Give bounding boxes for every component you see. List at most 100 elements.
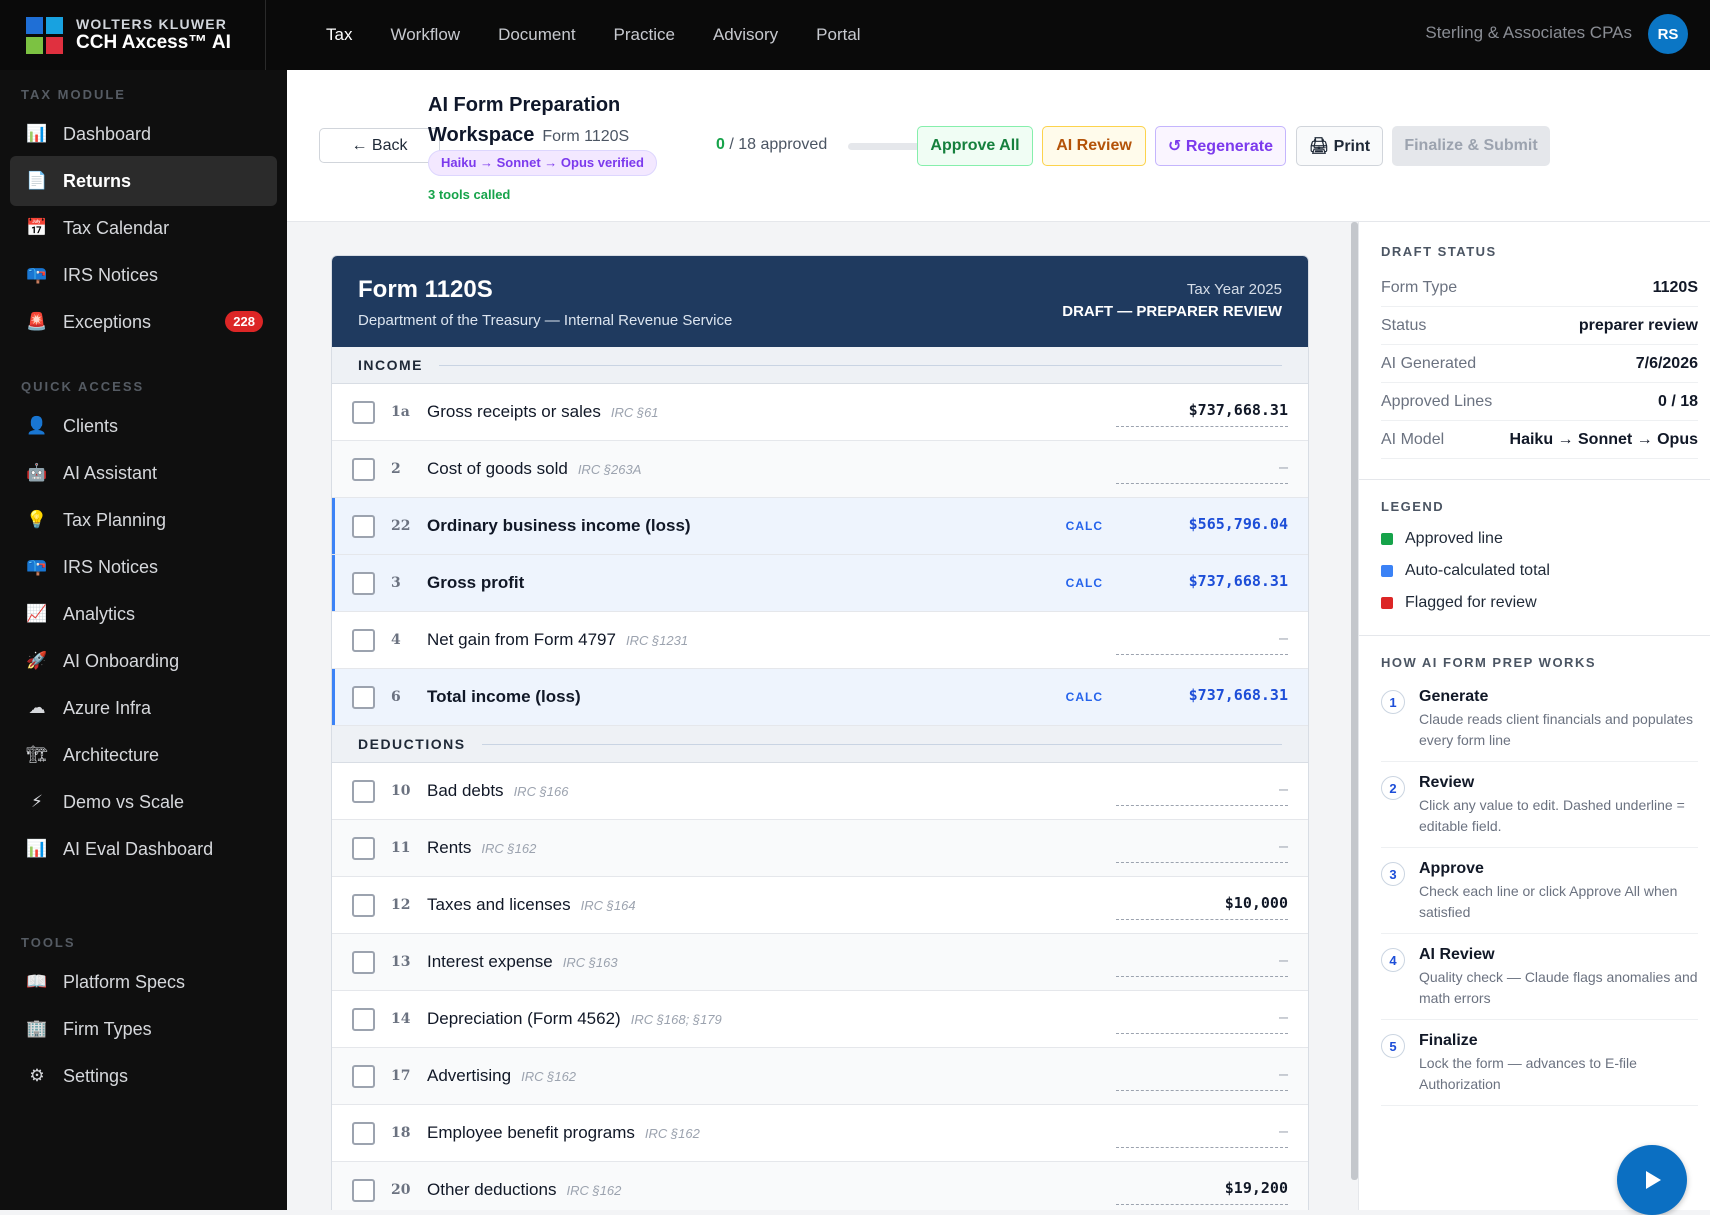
line-amount-field[interactable]: $10,000 <box>1116 894 1288 920</box>
finalize-submit-button[interactable]: Finalize & Submit <box>1392 126 1550 166</box>
sidebar: TAX MODULE 📊 Dashboard 📄 Returns 📅 Tax Calend… <box>0 70 287 1210</box>
approve-line-checkbox[interactable] <box>352 1121 375 1145</box>
play-button[interactable] <box>1617 1145 1687 1215</box>
line-amount-field[interactable]: – <box>1116 951 1288 977</box>
form-line-14: 14 Depreciation (Form 4562) IRC §168; §179… <box>332 991 1308 1048</box>
line-amount-field[interactable]: – <box>1116 837 1288 863</box>
irc-reference: IRC §164 <box>580 897 636 913</box>
sidebar-item-exceptions[interactable]: 🚨 Exceptions 228 <box>10 297 277 347</box>
nav-advisory[interactable]: Advisory <box>713 25 778 45</box>
sidebar-item-ai-onboarding[interactable]: 🚀 AI Onboarding <box>10 636 277 686</box>
sidebar-item-settings[interactable]: ⚙ Settings <box>10 1051 277 1101</box>
sidebar-item-ai-assistant[interactable]: 🤖 AI Assistant <box>10 448 277 498</box>
approve-line-checkbox[interactable] <box>352 1178 375 1202</box>
line-number: 1a <box>391 404 410 420</box>
user-avatar[interactable]: RS <box>1648 14 1688 54</box>
line-number: 6 <box>391 689 401 705</box>
sidebar-item-clients[interactable]: 👤 Clients <box>10 401 277 451</box>
back-button[interactable]: ← Back <box>319 128 440 163</box>
scrollbar-thumb[interactable] <box>1351 222 1358 1180</box>
right-panel: DRAFT STATUS Form Type 1120S Status prepare… <box>1358 222 1710 1210</box>
line-amount-field[interactable]: – <box>1116 629 1288 655</box>
line-amount-field[interactable]: – <box>1116 1008 1288 1034</box>
irc-reference: IRC §166 <box>513 783 569 799</box>
form-line-10: 10 Bad debts IRC §166 – <box>332 763 1308 820</box>
page-title: AI Form Preparation Workspace Form 1120S <box>428 90 688 152</box>
step-title: Approve <box>1419 860 1484 877</box>
approve-line-checkbox[interactable] <box>352 685 375 709</box>
line-amount-field[interactable]: – <box>1116 780 1288 806</box>
step-number: 1 <box>1381 690 1405 714</box>
sidebar-item-returns[interactable]: 📄 Returns <box>10 156 277 206</box>
form-tag: Form 1120S <box>542 128 630 145</box>
nav-practice[interactable]: Practice <box>614 25 675 45</box>
irc-reference: IRC §263A <box>577 461 642 477</box>
nav-tax[interactable]: Tax <box>326 25 352 45</box>
approved-total: / 18 approved <box>729 136 828 153</box>
status-key: Status <box>1381 316 1427 334</box>
line-amount-field[interactable]: – <box>1116 1122 1288 1148</box>
sidebar-item-architecture[interactable]: 🏗 Architecture <box>10 730 277 780</box>
irc-reference: IRC §162 <box>566 1182 622 1198</box>
brand-logo[interactable]: WOLTERS KLUWER CCH Axcess™ AI <box>0 0 266 70</box>
sidebar-item-label: AI Eval Dashboard <box>63 838 214 859</box>
line-number: 17 <box>391 1068 411 1084</box>
irc-reference: IRC §162 <box>644 1125 700 1141</box>
line-number: 13 <box>391 954 411 970</box>
sidebar-item-label: AI Onboarding <box>63 650 180 671</box>
approve-line-checkbox[interactable] <box>352 836 375 860</box>
status-key: AI Model <box>1381 430 1445 448</box>
sidebar-item-azure-infra[interactable]: ☁ Azure Infra <box>10 683 277 733</box>
how-step-review: 2 Review Click any value to edit. Dashed u… <box>1381 762 1698 848</box>
sidebar-item-tax-planning[interactable]: 💡 Tax Planning <box>10 495 277 545</box>
sidebar-item-label: Firm Types <box>63 1018 152 1039</box>
regenerate-button[interactable]: ↺ Regenerate <box>1155 126 1286 166</box>
form-line-6: 6 Total income (loss) CALC $737,668.31 <box>332 669 1308 726</box>
approve-line-checkbox[interactable] <box>352 1007 375 1031</box>
settings-icon: ⚙ <box>29 1066 45 1085</box>
step-description: Click any value to edit. Dashed underlin… <box>1419 797 1685 834</box>
step-description: Claude reads client financials and popul… <box>1419 711 1693 748</box>
print-button[interactable]: 🖨 Print <box>1296 126 1383 166</box>
approve-line-checkbox[interactable] <box>352 400 375 424</box>
status-row-form-type: Form Type 1120S <box>1381 269 1698 307</box>
line-amount-field[interactable]: – <box>1116 1065 1288 1091</box>
nav-workflow[interactable]: Workflow <box>390 25 460 45</box>
sidebar-item-platform-specs[interactable]: 📖 Platform Specs <box>10 957 277 1007</box>
line-amount-field[interactable]: – <box>1116 458 1288 484</box>
legend-swatch <box>1381 565 1393 577</box>
sidebar-item-firm-types[interactable]: 🏢 Firm Types <box>10 1004 277 1054</box>
sidebar-item-tax-calendar[interactable]: 📅 Tax Calendar <box>10 203 277 253</box>
workspace-header: ← Back AI Form Preparation Workspace Form… <box>287 70 1710 222</box>
approve-all-button[interactable]: Approve All <box>917 126 1033 166</box>
line-amount-field[interactable]: $737,668.31 <box>1116 401 1288 427</box>
approve-line-checkbox[interactable] <box>352 457 375 481</box>
sidebar-item-irs-notices[interactable]: 📪 IRS Notices <box>10 542 277 592</box>
ai-review-button[interactable]: AI Review <box>1042 126 1146 166</box>
approve-line-checkbox[interactable] <box>352 893 375 917</box>
section-header-income: INCOME <box>332 347 1308 384</box>
sidebar-item-irs-notices[interactable]: 📪 IRS Notices <box>10 250 277 300</box>
approve-line-checkbox[interactable] <box>352 571 375 595</box>
line-description: Total income (loss) <box>427 687 581 706</box>
sidebar-item-label: Analytics <box>63 603 136 624</box>
sidebar-item-label: Architecture <box>63 744 160 765</box>
approve-line-checkbox[interactable] <box>352 514 375 538</box>
sidebar-item-analytics[interactable]: 📈 Analytics <box>10 589 277 639</box>
line-amount-field: $565,796.04 <box>1188 515 1288 533</box>
approve-line-checkbox[interactable] <box>352 1064 375 1088</box>
firm-name: Sterling & Associates CPAs <box>1425 23 1632 42</box>
approve-line-checkbox[interactable] <box>352 779 375 803</box>
sidebar-item-ai-eval-dashboard[interactable]: 📊 AI Eval Dashboard <box>10 824 277 874</box>
nav-document[interactable]: Document <box>498 25 575 45</box>
sidebar-item-label: Dashboard <box>63 123 152 144</box>
approve-line-checkbox[interactable] <box>352 950 375 974</box>
line-description: Gross profit <box>427 573 525 592</box>
nav-portal[interactable]: Portal <box>816 25 860 45</box>
sidebar-item-dashboard[interactable]: 📊 Dashboard <box>10 109 277 159</box>
top-bar: WOLTERS KLUWER CCH Axcess™ AI Tax Workflo… <box>0 0 1710 70</box>
line-amount-field[interactable]: $19,200 <box>1116 1179 1288 1205</box>
sidebar-item-demo-vs-scale[interactable]: ⚡ Demo vs Scale <box>10 777 277 827</box>
approval-progress-text: 0 / 18 approved <box>716 136 827 154</box>
approve-line-checkbox[interactable] <box>352 628 375 652</box>
